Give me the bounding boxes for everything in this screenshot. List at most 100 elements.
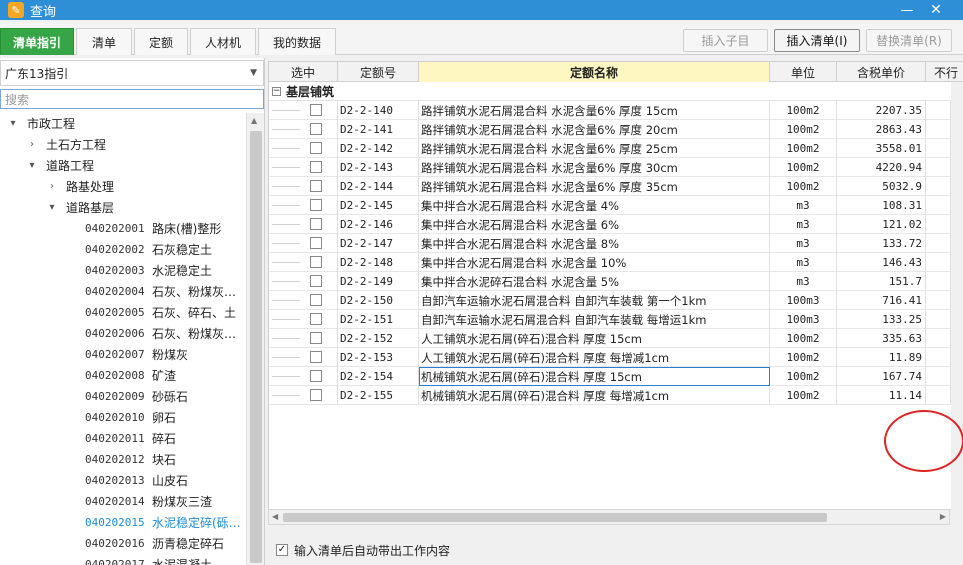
row-checkbox[interactable] — [310, 104, 322, 116]
tree-node[interactable]: › 路基处理 — [47, 176, 114, 197]
tree-item-040202005[interactable]: 040202005 石灰、碎石、土 — [85, 302, 236, 323]
cell-unit[interactable]: 100m2 — [770, 386, 837, 405]
cell-more[interactable] — [926, 196, 951, 215]
tree-item-040202007[interactable]: 040202007 粉煤灰 — [85, 344, 188, 365]
insert-child-button[interactable]: 插入子目 — [683, 29, 768, 52]
cell-code[interactable]: D2-2-155 — [338, 386, 419, 405]
cell-more[interactable] — [926, 386, 951, 405]
tree-item-040202012[interactable]: 040202012 块石 — [85, 449, 176, 470]
cell-code[interactable]: D2-2-153 — [338, 348, 419, 367]
quota-row[interactable]: D2-2-142 路拌铺筑水泥石屑混合料 水泥含量6% 厚度 25cm 100m2 3… — [269, 139, 951, 158]
row-checkbox[interactable] — [310, 275, 322, 287]
cell-more[interactable] — [926, 139, 951, 158]
cell-unit[interactable]: m3 — [770, 253, 837, 272]
cell-code[interactable]: D2-2-150 — [338, 291, 419, 310]
row-checkbox[interactable] — [310, 370, 322, 382]
quota-row[interactable]: D2-2-151 自卸汽车运输水泥石屑混合料 自卸汽车装载 每增运1km 100m3… — [269, 310, 951, 329]
cell-name[interactable]: 路拌铺筑水泥石屑混合料 水泥含量6% 厚度 30cm — [419, 158, 770, 177]
tab-my-data[interactable]: 我的数据 — [258, 28, 336, 55]
quota-row[interactable]: D2-2-146 集中拌合水泥石屑混合料 水泥含量 6% m3 121.02 — [269, 215, 951, 234]
row-checkbox[interactable] — [310, 199, 322, 211]
cell-name[interactable]: 路拌铺筑水泥石屑混合料 水泥含量6% 厚度 20cm — [419, 120, 770, 139]
cell-price[interactable]: 167.74 — [837, 367, 926, 386]
col-price[interactable]: 含税单价 — [837, 62, 926, 82]
cell-price[interactable]: 11.14 — [837, 386, 926, 405]
tree-item-040202002[interactable]: 040202002 石灰稳定土 — [85, 239, 212, 260]
cell-name[interactable]: 集中拌合水泥石屑混合料 水泥含量 4% — [419, 196, 770, 215]
grid-scrollbar[interactable] — [951, 82, 963, 510]
cell-code[interactable]: D2-2-145 — [338, 196, 419, 215]
row-checkbox[interactable] — [310, 313, 322, 325]
cell-price[interactable]: 146.43 — [837, 253, 926, 272]
cell-code[interactable]: D2-2-144 — [338, 177, 419, 196]
cell-name[interactable]: 自卸汽车运输水泥石屑混合料 自卸汽车装载 每增运1km — [419, 310, 770, 329]
row-checkbox[interactable] — [310, 256, 322, 268]
cell-more[interactable] — [926, 367, 951, 386]
cell-name[interactable]: 人工铺筑水泥石屑(碎石)混合料 厚度 15cm — [419, 329, 770, 348]
tree-item-040202009[interactable]: 040202009 砂砾石 — [85, 386, 188, 407]
cell-price[interactable]: 121.02 — [837, 215, 926, 234]
cell-name[interactable]: 集中拌合水泥石屑混合料 水泥含量 10% — [419, 253, 770, 272]
row-checkbox[interactable] — [310, 332, 322, 344]
cell-more[interactable] — [926, 215, 951, 234]
row-checkbox[interactable] — [310, 123, 322, 135]
cell-more[interactable] — [926, 177, 951, 196]
guide-library-select[interactable]: 广东13指引 ▼ — [0, 60, 264, 86]
replace-list-button[interactable]: 替换清单(R) — [866, 29, 952, 52]
collapsed-icon[interactable]: › — [27, 139, 37, 150]
cell-more[interactable] — [926, 329, 951, 348]
tab-list[interactable]: 清单 — [76, 28, 132, 55]
tree-item-040202010[interactable]: 040202010 卵石 — [85, 407, 176, 428]
group-row[interactable]: − 基层铺筑 — [269, 82, 951, 101]
cell-price[interactable]: 133.72 — [837, 234, 926, 253]
col-more[interactable]: 不行 — [926, 62, 963, 82]
row-checkbox[interactable] — [310, 142, 322, 154]
tree-item-040202014[interactable]: 040202014 粉煤灰三渣 — [85, 491, 212, 512]
tree-item-040202015[interactable]: 040202015 水泥稳定碎(砾… — [85, 512, 241, 533]
cell-unit[interactable]: 100m2 — [770, 329, 837, 348]
tree-item-040202016[interactable]: 040202016 沥青稳定碎石 — [85, 533, 224, 554]
cell-more[interactable] — [926, 291, 951, 310]
quota-row[interactable]: D2-2-144 路拌铺筑水泥石屑混合料 水泥含量6% 厚度 35cm 100m2 5… — [269, 177, 951, 196]
tree-item-040202011[interactable]: 040202011 碎石 — [85, 428, 176, 449]
col-code[interactable]: 定额号 — [338, 62, 419, 82]
cell-unit[interactable]: 100m3 — [770, 291, 837, 310]
search-input[interactable]: 搜索 — [0, 89, 264, 109]
cell-name[interactable]: 人工铺筑水泥石屑(碎石)混合料 厚度 每增减1cm — [419, 348, 770, 367]
cell-price[interactable]: 5032.9 — [837, 177, 926, 196]
cell-code[interactable]: D2-2-140 — [338, 101, 419, 120]
cell-name[interactable]: 集中拌合水泥石屑混合料 水泥含量 6% — [419, 215, 770, 234]
tree-item-040202003[interactable]: 040202003 水泥稳定土 — [85, 260, 212, 281]
row-checkbox[interactable] — [310, 237, 322, 249]
quota-row[interactable]: D2-2-147 集中拌合水泥石屑混合料 水泥含量 8% m3 133.72 — [269, 234, 951, 253]
cell-unit[interactable]: m3 — [770, 196, 837, 215]
cell-unit[interactable]: 100m2 — [770, 367, 837, 386]
cell-more[interactable] — [926, 348, 951, 367]
cell-unit[interactable]: 100m2 — [770, 120, 837, 139]
quota-row[interactable]: D2-2-150 自卸汽车运输水泥石屑混合料 自卸汽车装载 第一个1km 100m3… — [269, 291, 951, 310]
cell-more[interactable] — [926, 158, 951, 177]
cell-name[interactable]: 机械铺筑水泥石屑(碎石)混合料 厚度 每增减1cm — [419, 386, 770, 405]
cell-more[interactable] — [926, 272, 951, 291]
cell-name[interactable]: 路拌铺筑水泥石屑混合料 水泥含量6% 厚度 25cm — [419, 139, 770, 158]
row-checkbox[interactable] — [310, 180, 322, 192]
tree-item-040202008[interactable]: 040202008 矿渣 — [85, 365, 176, 386]
cell-price[interactable]: 4220.94 — [837, 158, 926, 177]
tab-labor-material-machine[interactable]: 人材机 — [190, 28, 256, 55]
cell-name[interactable]: 集中拌合水泥碎石混合料 水泥含量 5% — [419, 272, 770, 291]
insert-list-button[interactable]: 插入清单(I) — [774, 29, 860, 52]
quota-row[interactable]: D2-2-152 人工铺筑水泥石屑(碎石)混合料 厚度 15cm 100m2 335.… — [269, 329, 951, 348]
cell-name[interactable]: 路拌铺筑水泥石屑混合料 水泥含量6% 厚度 35cm — [419, 177, 770, 196]
cell-code[interactable]: D2-2-151 — [338, 310, 419, 329]
tab-list-guide[interactable]: 清单指引 — [0, 28, 74, 55]
cell-unit[interactable]: 100m2 — [770, 158, 837, 177]
cell-price[interactable]: 3558.01 — [837, 139, 926, 158]
tree-item-040202006[interactable]: 040202006 石灰、粉煤灰… — [85, 323, 236, 344]
grid-horizontal-scrollbar[interactable]: ◀ ▶ — [268, 509, 950, 525]
cell-code[interactable]: D2-2-143 — [338, 158, 419, 177]
row-checkbox[interactable] — [310, 161, 322, 173]
cell-name[interactable]: 自卸汽车运输水泥石屑混合料 自卸汽车装载 第一个1km — [419, 291, 770, 310]
cell-price[interactable]: 2863.43 — [837, 120, 926, 139]
quota-row[interactable]: D2-2-148 集中拌合水泥石屑混合料 水泥含量 10% m3 146.43 — [269, 253, 951, 272]
cell-price[interactable]: 151.7 — [837, 272, 926, 291]
